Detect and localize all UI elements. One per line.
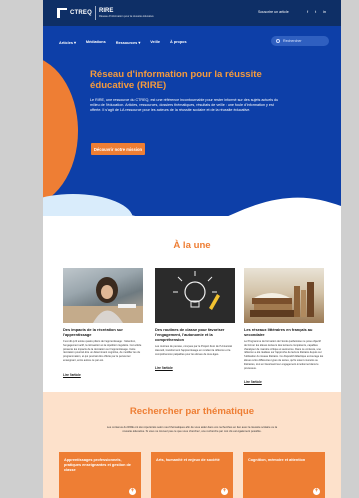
nav-item-articles[interactable]: Articles ▾ xyxy=(59,40,76,45)
featured-card-title[interactable]: Des impacts de la récréation sur l'appre… xyxy=(63,327,143,337)
featured-section-title: À la une xyxy=(173,240,211,251)
featured-card-description: Le Programme de formation de l'école qué… xyxy=(244,340,324,370)
theme-card-label: Apprentissages professionnels, pratiques… xyxy=(64,458,131,472)
plus-icon[interactable]: + xyxy=(221,488,228,495)
ctreq-logo-mark-icon xyxy=(57,8,67,18)
theme-card-label: Arts, humanité et enjeux de société xyxy=(156,458,220,462)
theme-card[interactable]: Apprentissages professionnels, pratiques… xyxy=(59,452,141,498)
rire-logo[interactable]: RIRE Réseau d'information pour la réussi… xyxy=(99,6,154,20)
hero-title: Réseau d'information pour la réussite éd… xyxy=(90,69,262,91)
facebook-icon[interactable]: f xyxy=(305,9,310,14)
featured-card: Les réseaux littéraires en français au s… xyxy=(244,268,324,388)
read-article-link[interactable]: Lire l'article xyxy=(155,366,173,370)
featured-card-description: Les routines de pensée, conçues par le P… xyxy=(155,345,233,356)
search-box xyxy=(271,36,329,46)
top-header-bar: CTREQ RIRE Réseau d'information pour la … xyxy=(43,0,341,26)
themes-section-title: Rechercher par thématique xyxy=(129,406,255,417)
linkedin-icon[interactable]: in xyxy=(322,9,327,14)
featured-card-title[interactable]: Des routines de classe pour favoriser l'… xyxy=(155,327,235,342)
lightbulb-chalkboard-photo[interactable] xyxy=(155,268,235,323)
rire-logo-subtitle: Réseau d'information pour la réussite éd… xyxy=(99,15,154,18)
ctreq-logo-text: CTREQ xyxy=(70,10,92,16)
theme-card[interactable]: Arts, humanité et enjeux de société + xyxy=(151,452,233,498)
theme-card-label: Cognition, mémoire et attention xyxy=(248,458,306,462)
nav-item-mediations[interactable]: Médiations xyxy=(86,40,106,45)
girl-studying-photo[interactable] xyxy=(63,268,143,323)
plus-icon[interactable]: + xyxy=(313,488,320,495)
nav-item-a-propos[interactable]: À propos xyxy=(170,40,187,45)
hero-section: Articles ▾ Médiations Ressources ▾ Veill… xyxy=(43,26,341,216)
read-article-link[interactable]: Lire l'article xyxy=(63,373,81,377)
twitter-icon[interactable]: t xyxy=(313,9,318,14)
logo-divider xyxy=(95,6,96,20)
ctreq-logo[interactable]: CTREQ xyxy=(57,7,95,19)
hero-description: Le RIRE, une ressource du CTREQ, est une… xyxy=(90,98,279,113)
themes-section: Rechercher par thématique Les contenus d… xyxy=(43,392,341,498)
plus-icon[interactable]: + xyxy=(129,488,136,495)
discover-mission-button[interactable]: Découvrir notre mission xyxy=(91,143,145,155)
main-nav: Articles ▾ Médiations Ressources ▾ Veill… xyxy=(59,40,187,45)
featured-card-description: Il est dit qu'il existe quatre piliers d… xyxy=(63,340,142,362)
themes-intro: Les contenus du RIRE ont été répertoriés… xyxy=(106,426,278,433)
books-stack-photo[interactable] xyxy=(244,268,324,323)
rire-logo-text: RIRE xyxy=(99,8,114,14)
search-icon[interactable] xyxy=(276,39,280,43)
featured-card-title[interactable]: Les réseaux littéraires en français au s… xyxy=(244,327,324,337)
nav-item-ressources[interactable]: Ressources ▾ xyxy=(116,40,141,45)
subscribe-link[interactable]: Souscrire un article xyxy=(258,10,289,14)
featured-card: Des impacts de la récréation sur l'appre… xyxy=(63,268,143,381)
theme-card[interactable]: Cognition, mémoire et attention + xyxy=(243,452,325,498)
nav-item-veille[interactable]: Veille xyxy=(150,40,160,45)
featured-card: Des routines de classe pour favoriser l'… xyxy=(155,268,235,374)
read-article-link[interactable]: Lire l'article xyxy=(244,380,262,384)
search-input[interactable] xyxy=(283,39,327,43)
page: CTREQ RIRE Réseau d'information pour la … xyxy=(43,0,341,498)
